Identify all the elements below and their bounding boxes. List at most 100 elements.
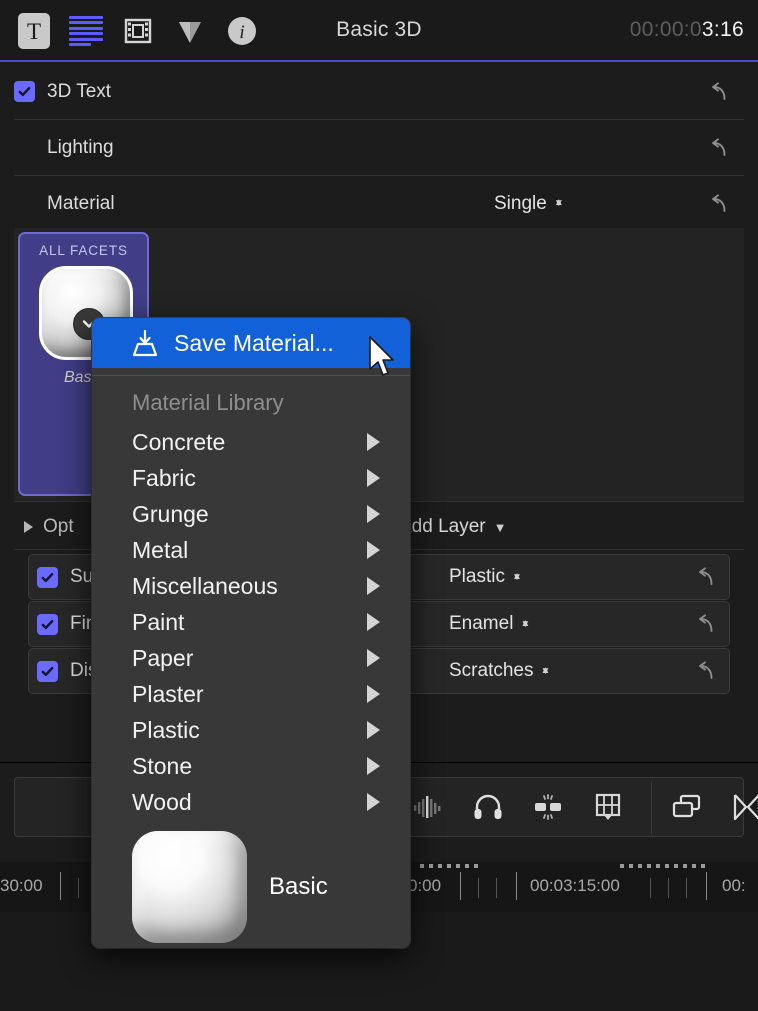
headphones-icon[interactable] [471,792,505,822]
material-mode-value: Single [494,193,547,215]
filmstrip-settings-glyph [593,792,623,822]
duplicate-windows-icon[interactable] [670,792,704,822]
finish-value: Enamel [449,613,513,635]
reset-button-finish[interactable] [695,613,717,635]
timecode-display[interactable]: 00:00:03:16 [630,18,744,42]
submenu-arrow-icon [367,793,380,811]
menu-item-stone[interactable]: Stone [92,748,410,784]
duplicate-windows-glyph [671,793,703,821]
substance-value: Plastic [449,566,505,588]
menu-item-plastic[interactable]: Plastic [92,712,410,748]
menu-item-label: Grunge [132,501,209,528]
row-3d-text[interactable]: 3D Text [14,64,744,120]
menu-item-plaster[interactable]: Plaster [92,676,410,712]
toolbar-divider [651,782,652,834]
mouse-cursor [368,336,398,380]
headphones-glyph [473,793,503,821]
ruler-label: 00: [722,876,746,896]
reset-button-substance[interactable] [695,566,717,588]
bottom-toolbar-left-group [411,792,625,822]
reset-button-material[interactable] [708,193,730,215]
audio-waveform-glyph [412,794,444,820]
menu-item-label: Plastic [132,717,200,744]
menu-section-header: Material Library [92,382,410,424]
menu-item-save-material[interactable]: Save Material... [92,318,410,368]
checkbox-3d-text[interactable] [14,81,35,102]
material-preview-label: Basic [269,873,328,901]
bottom-toolbar-right-group [670,792,758,822]
timecode-dim-part: 00:00:0 [630,18,702,41]
menu-item-fabric[interactable]: Fabric [92,460,410,496]
save-material-icon [130,329,160,357]
stepper-arrows-icon: ▲▼ [520,624,530,625]
checkmark-icon [40,570,55,585]
menu-item-label: Paper [132,645,193,672]
reset-arrow-icon [695,613,717,635]
menu-separator [92,375,410,376]
menu-item-grunge[interactable]: Grunge [92,496,410,532]
menu-item-metal[interactable]: Metal [92,532,410,568]
submenu-arrow-icon [367,469,380,487]
menu-item-paper[interactable]: Paper [92,640,410,676]
checkbox-distress[interactable] [37,661,58,682]
checkmark-icon [40,664,55,679]
filmstrip-settings-icon[interactable] [591,792,625,822]
finish-popup[interactable]: Enamel ▲▼ [449,613,530,635]
submenu-arrow-icon [367,721,380,739]
material-mode-popup[interactable]: Single ▲▼ [494,193,564,215]
ruler-label: 0:00 [408,876,441,896]
material-preview-swatch [132,831,247,943]
reset-arrow-icon [708,81,730,103]
checkmark-icon [17,84,32,99]
submenu-arrow-icon [367,685,380,703]
reset-arrow-icon [695,660,717,682]
clip-appearance-icon[interactable] [531,792,565,822]
menu-item-save-material-label: Save Material... [174,330,334,357]
menu-item-concrete[interactable]: Concrete [92,424,410,460]
timecode-bright-part: 3:16 [702,18,744,41]
reset-button-3d-text[interactable] [708,81,730,103]
add-layer-button[interactable]: Add Layer ▼ [399,504,507,550]
menu-material-preview[interactable]: Basic [92,826,410,948]
submenu-arrow-icon [367,505,380,523]
fit-to-window-glyph [731,792,758,822]
add-layer-label: Add Layer [399,516,486,538]
menu-item-label: Wood [132,789,192,816]
submenu-arrow-icon [367,577,380,595]
reset-arrow-icon [708,137,730,159]
audio-waveform-icon[interactable] [411,792,445,822]
inspector-header: T [0,0,758,62]
row-label-material: Material [47,193,115,215]
menu-item-label: Miscellaneous [132,573,278,600]
submenu-arrow-icon [367,433,380,451]
reset-button-distress[interactable] [695,660,717,682]
row-lighting[interactable]: Lighting [14,120,744,176]
menu-item-label: Paint [132,609,184,636]
menu-item-label: Concrete [132,429,225,456]
menu-item-wood[interactable]: Wood [92,784,410,820]
row-label-options: Opt [43,516,74,538]
reset-button-lighting[interactable] [708,137,730,159]
submenu-arrow-icon [367,613,380,631]
substance-popup[interactable]: Plastic ▲▼ [449,566,522,588]
distress-popup[interactable]: Scratches ▲▼ [449,660,550,682]
menu-item-paint[interactable]: Paint [92,604,410,640]
ruler-label: 30:00 [0,876,43,896]
checkbox-substance[interactable] [37,567,58,588]
reset-arrow-icon [695,566,717,588]
row-material[interactable]: Material Single ▲▼ [14,176,744,232]
stepper-arrows-icon: ▲▼ [512,577,522,578]
checkmark-icon [40,617,55,632]
menu-item-label: Plaster [132,681,204,708]
motion-inspector-window: T [0,0,758,1011]
ruler-dot-marks [420,864,520,868]
submenu-arrow-icon [367,649,380,667]
checkbox-finish[interactable] [37,614,58,635]
menu-item-miscellaneous[interactable]: Miscellaneous [92,568,410,604]
row-label-3d-text: 3D Text [47,81,111,103]
distress-value: Scratches [449,660,533,682]
fit-to-window-icon[interactable] [730,792,758,822]
menu-item-label: Fabric [132,465,196,492]
stepper-arrows-icon: ▲▼ [540,671,550,672]
disclosure-triangle-icon[interactable] [24,521,33,533]
